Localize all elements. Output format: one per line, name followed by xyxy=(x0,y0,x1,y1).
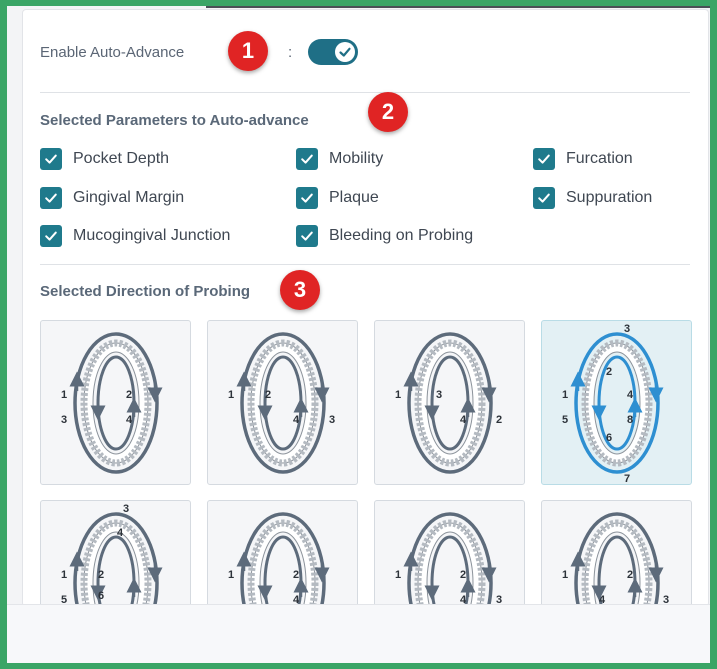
probing-direction-option[interactable]: 124 xyxy=(207,500,358,606)
checkbox-pocket-depth[interactable]: Pocket Depth xyxy=(40,148,169,170)
probing-step-label: 5 xyxy=(562,414,568,426)
checkbox-checked-icon xyxy=(296,187,318,209)
checkbox-label: Suppuration xyxy=(566,189,653,206)
dental-arch-icon: 1 2 3 4 xyxy=(61,332,163,474)
probing-step-label: 4 xyxy=(293,414,300,426)
checkbox-gingival-margin[interactable]: Gingival Margin xyxy=(40,187,184,209)
dental-arch-icon: 1 24 3 xyxy=(562,512,669,606)
checkbox-checked-icon xyxy=(533,148,555,170)
probing-step-label: 3 xyxy=(436,389,442,401)
dental-arch-icon: 1 24 xyxy=(228,512,330,606)
checkbox-label: Mobility xyxy=(329,150,384,167)
divider xyxy=(40,264,690,265)
probing-step-label: 6 xyxy=(606,432,612,444)
dental-arch-icon: 3 1 2 4 5 8 6 7 xyxy=(562,323,664,485)
checkbox-label: Pocket Depth xyxy=(73,150,170,167)
checkbox-mobility[interactable]: Mobility xyxy=(296,148,383,170)
direction-section-title: Selected Direction of Probing xyxy=(40,283,251,300)
annotation-badge-1: 1 xyxy=(228,31,268,71)
probing-step-label: 4 xyxy=(126,414,133,426)
settings-panel: Enable Auto-Advance : Selected Parameter… xyxy=(22,9,709,607)
probing-direction-option[interactable]: 1 2 3 4 xyxy=(40,320,191,485)
enable-auto-advance-label: Enable Auto-Advance xyxy=(40,44,185,61)
divider xyxy=(40,92,690,93)
probing-step-label: 2 xyxy=(98,569,104,581)
annotation-badge-3: 3 xyxy=(280,270,320,310)
probing-direction-option[interactable]: 1243 xyxy=(374,500,525,606)
checkbox-label: Gingival Margin xyxy=(73,189,185,206)
probing-step-label: 4 xyxy=(627,389,634,401)
probing-step-label: 2 xyxy=(126,389,132,401)
probing-step-label: 1 xyxy=(395,569,401,581)
probing-step-label: 3 xyxy=(61,414,67,426)
probing-step-label: 3 xyxy=(329,414,335,426)
label-separator: : xyxy=(288,44,293,61)
checkbox-checked-icon xyxy=(40,148,62,170)
checkbox-checked-icon xyxy=(40,225,62,247)
probing-step-label: 4 xyxy=(460,414,467,426)
probing-direction-option[interactable]: 1 2 4 3 xyxy=(207,320,358,485)
checkbox-checked-icon xyxy=(296,148,318,170)
probing-step-label: 3 xyxy=(123,503,129,515)
checkbox-furcation[interactable]: Furcation xyxy=(533,148,633,170)
probing-step-label: 4 xyxy=(117,527,124,539)
probing-step-label: 1 xyxy=(395,389,401,401)
checkbox-label: Bleeding on Probing xyxy=(329,227,474,244)
probing-direction-option[interactable]: 341256 xyxy=(40,500,191,606)
checkbox-label: Plaque xyxy=(329,189,379,206)
probing-step-label: 2 xyxy=(606,366,612,378)
checkbox-label: Furcation xyxy=(566,150,633,167)
annotation-badge-2: 2 xyxy=(368,92,408,132)
probing-step-label: 1 xyxy=(228,569,234,581)
probing-step-label: 2 xyxy=(293,569,299,581)
probing-step-label: 7 xyxy=(624,473,630,485)
settings-window: Enable Auto-Advance : Selected Parameter… xyxy=(7,6,710,663)
checkbox-checked-icon xyxy=(296,225,318,247)
probing-step-label: 2 xyxy=(460,569,466,581)
checkbox-checked-icon xyxy=(40,187,62,209)
probing-step-label: 2 xyxy=(496,414,502,426)
checkbox-checked-icon xyxy=(533,187,555,209)
auto-advance-toggle[interactable] xyxy=(308,39,358,65)
probing-direction-option[interactable]: 1 3 4 2 xyxy=(374,320,525,485)
check-icon xyxy=(335,42,355,62)
dental-arch-icon: 341 25 6 xyxy=(61,503,163,606)
dental-arch-icon: 1 3 4 2 xyxy=(395,332,502,474)
dental-arch-icon: 1 2 4 3 xyxy=(228,332,335,474)
probing-direction-option[interactable]: 1243 xyxy=(541,500,692,606)
probing-step-label: 1 xyxy=(61,569,67,581)
probing-step-label: 1 xyxy=(228,389,234,401)
probing-step-label: 2 xyxy=(627,569,633,581)
dialog-footer xyxy=(7,604,710,663)
checkbox-plaque[interactable]: Plaque xyxy=(296,187,379,209)
probing-step-label: 1 xyxy=(562,569,568,581)
checkbox-suppuration[interactable]: Suppuration xyxy=(533,187,652,209)
probing-step-label: 6 xyxy=(98,590,104,602)
checkbox-bleeding-on-probing[interactable]: Bleeding on Probing xyxy=(296,225,473,247)
probing-step-label: 8 xyxy=(627,414,633,426)
probing-step-label: 2 xyxy=(265,389,271,401)
probing-step-label: 1 xyxy=(61,389,67,401)
top-bar xyxy=(206,6,710,8)
parameters-section-title: Selected Parameters to Auto-advance xyxy=(40,112,309,129)
probing-step-label: 1 xyxy=(562,389,568,401)
dental-arch-icon: 1 24 3 xyxy=(395,512,502,606)
probing-step-label: 3 xyxy=(624,323,630,335)
checkbox-mucogingival-junction[interactable]: Mucogingival Junction xyxy=(40,225,230,247)
probing-direction-option[interactable]: 3 1 2 4 5 8 6 7 xyxy=(541,320,692,485)
checkbox-label: Mucogingival Junction xyxy=(73,227,231,244)
